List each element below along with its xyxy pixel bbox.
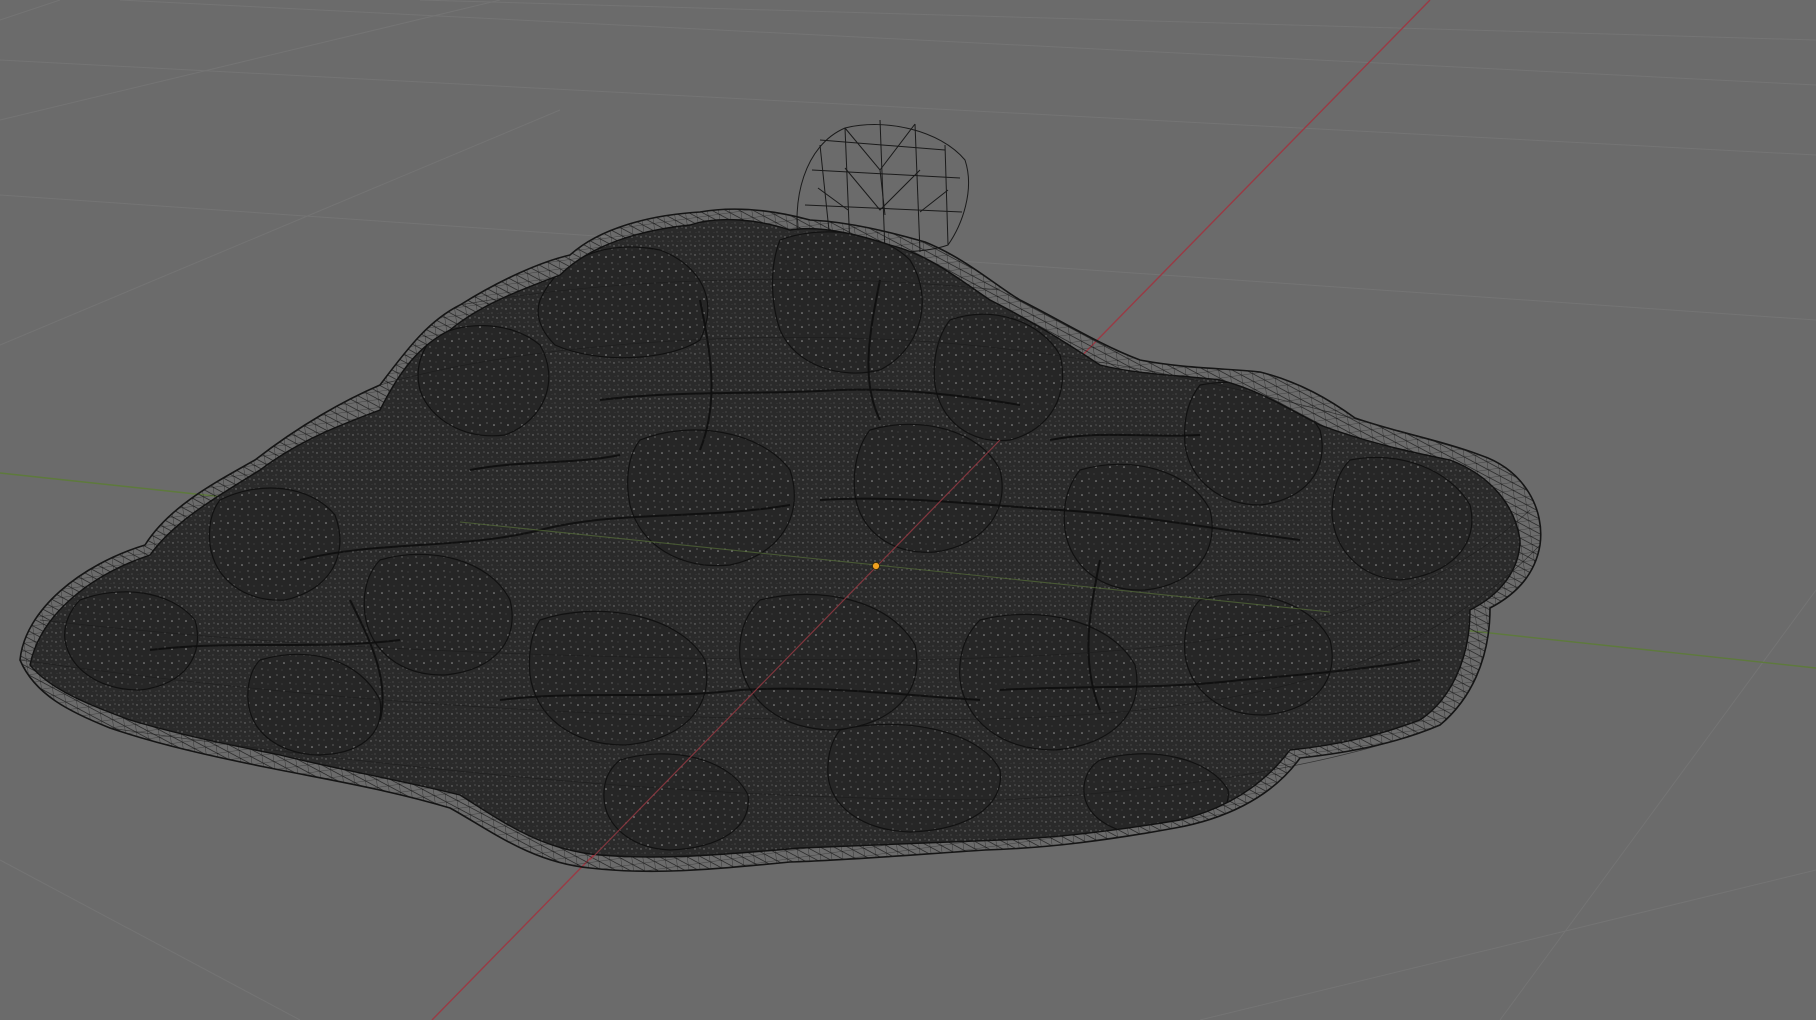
rock-scan-mesh-icon[interactable] — [0, 200, 1816, 900]
origin-dot[interactable] — [872, 562, 880, 570]
3d-viewport[interactable] — [0, 0, 1816, 1020]
viewport-canvas[interactable] — [0, 0, 1816, 1020]
